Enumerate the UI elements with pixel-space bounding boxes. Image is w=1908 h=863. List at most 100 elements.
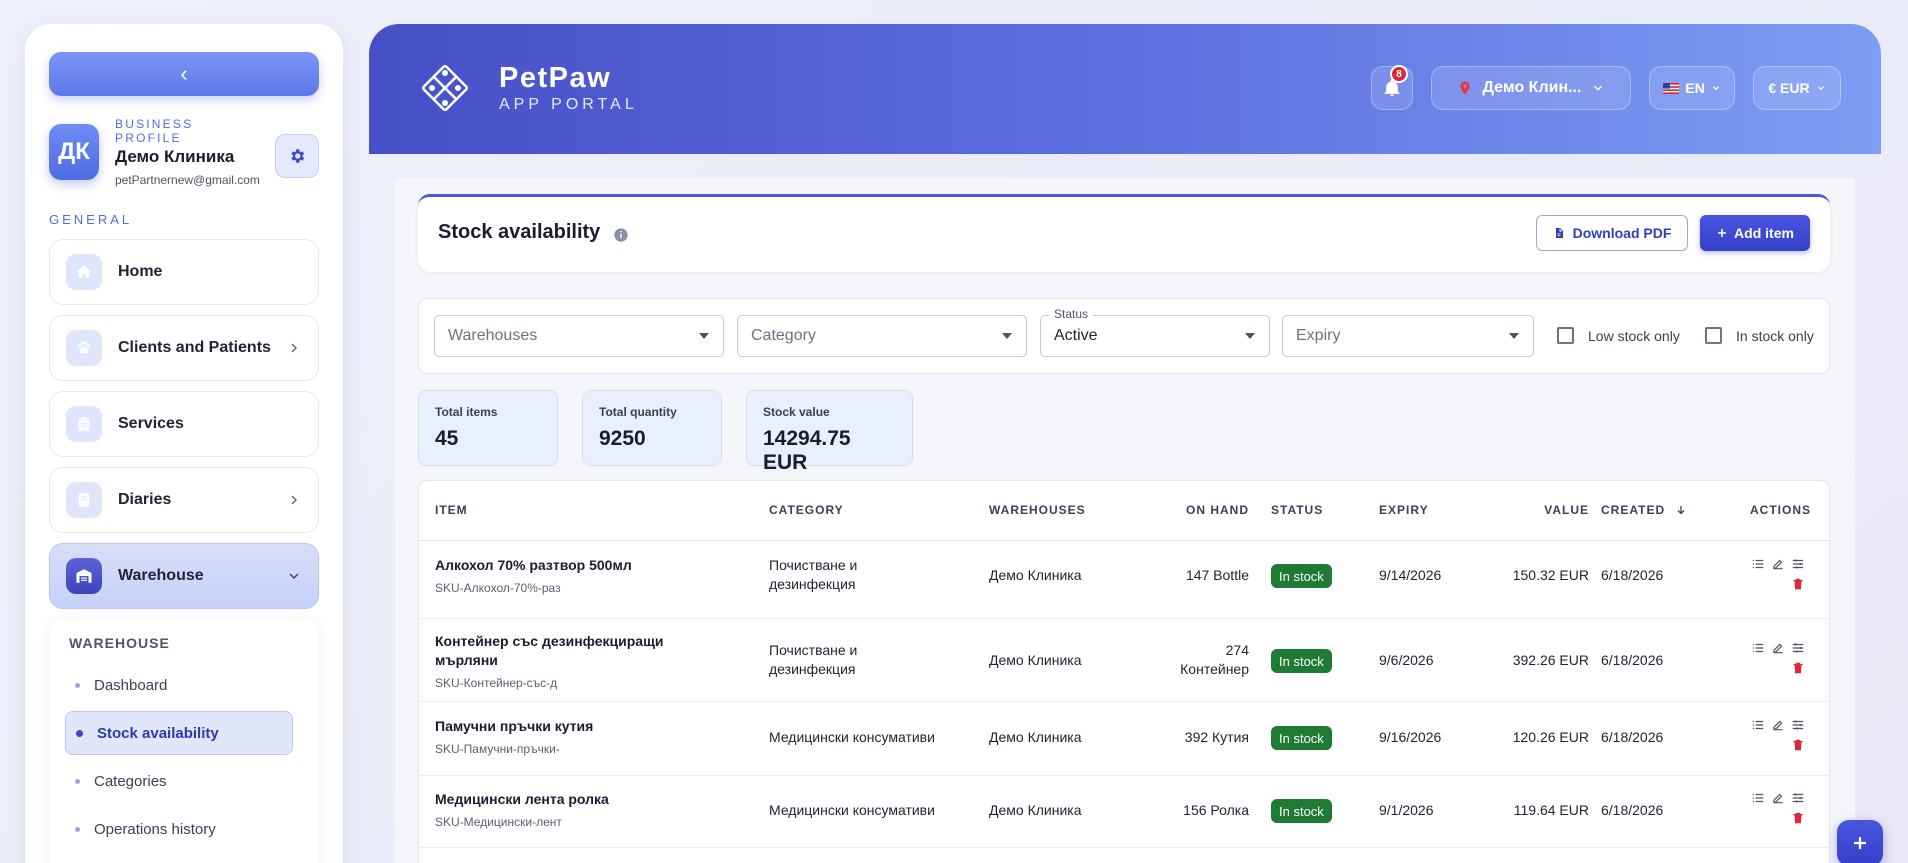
language-selector[interactable]: EN [1649,66,1735,110]
item-name: Контейнер със дезинфекциращи мърляни [435,633,664,668]
list-icon[interactable] [1751,641,1765,655]
trash-icon[interactable] [1791,811,1805,825]
column-header-expiry[interactable]: EXPIRY [1379,503,1429,517]
table-row[interactable]: Памучни пръчки кутия SKU-Памучни-пръчки-… [419,702,1829,776]
us-flag-icon [1663,82,1680,94]
value-cell: 120.26 EUR [1512,729,1589,745]
low-stock-label: Low stock only [1588,327,1680,344]
value-cell: 392.26 EUR [1512,652,1589,668]
expiry-select[interactable]: Expiry [1282,315,1534,357]
chevron-down-icon [1594,85,1603,91]
adjust-icon[interactable] [1791,641,1805,655]
edit-icon[interactable] [1771,718,1785,732]
add-item-button[interactable]: Add item [1700,215,1810,251]
submenu-item-categories[interactable]: Categories [65,759,293,803]
page-title-card: Stock availability Download PDF Add item [418,194,1830,272]
paw-icon [66,330,102,366]
category-select[interactable]: Category [737,315,1027,357]
item-cell: Алкохол 70% разтвор 500мл SKU-Алкохол-70… [435,556,632,598]
submenu-item-operations-history[interactable]: Operations history [65,807,293,851]
sidebar-item-label: Clients and Patients [118,339,271,356]
column-header-status[interactable]: STATUS [1271,503,1323,517]
brand-subtitle: APP PORTAL [499,96,638,113]
item-name: Медицински лента ролка [435,791,609,807]
column-header-on-hand[interactable]: ON HAND [1179,503,1249,517]
stat-value: 9250 [599,427,646,450]
created-cell: 6/18/2026 [1601,802,1664,818]
currency-selector[interactable]: € EUR [1753,66,1841,110]
status-select[interactable]: Status Active [1040,307,1270,357]
category-cell: Медицински консумативи [769,802,935,818]
warehouses-select[interactable]: Warehouses [434,315,724,357]
clipboard-icon [66,406,102,442]
chevron-right-icon [291,343,297,353]
stat-total-items: Total items 45 [418,390,558,466]
page-title: Stock availability [438,221,601,243]
status-badge: In stock [1271,799,1332,823]
edit-icon[interactable] [1771,641,1785,655]
warehouse-cell: Демо Клиника [989,652,1082,668]
clinic-selector[interactable]: Демо Клин... [1431,66,1631,110]
floating-add-button[interactable] [1837,820,1883,863]
table-row[interactable]: Алкохол 70% разтвор 500мл SKU-Алкохол-70… [419,541,1829,619]
column-header-warehouses[interactable]: WAREHOUSES [989,503,1086,517]
collapse-sidebar-button[interactable]: ‹ [49,52,319,96]
table-row[interactable]: Медицински лента ролка SKU-Медицински-ле… [419,776,1829,848]
column-header-actions: ACTIONS [1750,503,1811,517]
stock-table: ITEM CATEGORY WAREHOUSES ON HAND STATUS … [418,480,1830,863]
submenu-item-label: Categories [94,772,167,790]
filters-bar: Warehouses Category Status Active Expiry… [418,298,1830,374]
item-sku: SKU-Медицински-лент [435,815,562,829]
sidebar: ‹ ДК BUSINESS PROFILE Демо Клиника petPa… [25,24,343,863]
adjust-icon[interactable] [1791,718,1805,732]
profile-email: petPartnernew@gmail.com [115,173,260,187]
adjust-icon[interactable] [1791,557,1805,571]
low-stock-checkbox[interactable]: Low stock only [1557,327,1680,344]
column-header-value[interactable]: VALUE [1479,503,1589,517]
row-actions [1751,557,1811,597]
stat-label: Stock value [763,405,830,419]
column-header-category[interactable]: CATEGORY [769,503,844,517]
profile-settings-button[interactable] [275,134,319,178]
download-pdf-button[interactable]: Download PDF [1536,215,1688,251]
table-row[interactable]: Контейнер със дезинфекциращи мърляни SKU… [419,619,1829,702]
column-header-item[interactable]: ITEM [435,503,468,517]
info-icon[interactable] [613,227,629,243]
sidebar-item-clients-and-patients[interactable]: Clients and Patients [49,315,319,381]
sidebar-item-services[interactable]: Services [49,391,319,457]
add-item-label: Add item [1734,225,1794,241]
chevron-down-icon [1712,86,1719,91]
edit-icon[interactable] [1771,557,1785,571]
on-hand-cell: 274 Контейнер [1180,642,1249,677]
list-icon[interactable] [1751,557,1765,571]
submenu-item-dashboard[interactable]: Dashboard [65,663,293,707]
item-cell: Контейнер със дезинфекциращи мърляни SKU… [435,632,685,693]
app-header: PetPaw APP PORTAL 8 Демо Клин... EN € EU… [369,24,1881,154]
submenu-item-stock-availability[interactable]: Stock availability [65,711,293,755]
in-stock-checkbox[interactable]: In stock only [1705,327,1814,344]
warehouse-icon [66,558,102,594]
notifications-button[interactable]: 8 [1371,65,1413,110]
status-badge: In stock [1271,564,1332,588]
list-icon[interactable] [1751,718,1765,732]
stat-label: Total quantity [599,405,677,419]
avatar[interactable]: ДК [49,124,99,180]
currency-label: € EUR [1768,80,1810,96]
chevron-down-icon [289,573,299,579]
column-header-created[interactable]: CREATED [1601,503,1687,517]
edit-icon[interactable] [1771,791,1785,805]
clinic-selector-label: Демо Клин... [1482,79,1582,96]
adjust-icon[interactable] [1791,791,1805,805]
chevron-right-icon [291,495,297,505]
trash-icon[interactable] [1791,577,1805,591]
caret-down-icon [699,333,709,339]
trash-icon[interactable] [1791,738,1805,752]
sidebar-item-home[interactable]: Home [49,239,319,305]
trash-icon[interactable] [1791,661,1805,675]
created-cell: 6/18/2026 [1601,729,1664,745]
profile-name: Демо Клиника [115,147,235,166]
list-icon[interactable] [1751,791,1765,805]
sidebar-item-diaries[interactable]: Diaries [49,467,319,533]
item-sku: SKU-Алкохол-70%-раз [435,581,561,595]
sidebar-item-warehouse[interactable]: Warehouse [49,543,319,609]
